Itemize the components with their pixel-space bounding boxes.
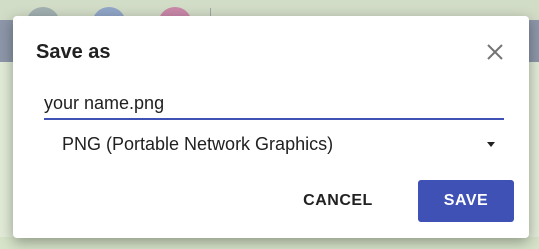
format-selected-label: PNG (Portable Network Graphics) xyxy=(62,133,334,154)
filename-input[interactable] xyxy=(44,90,504,116)
cancel-button[interactable]: CANCEL xyxy=(283,184,393,218)
format-select[interactable]: PNG (Portable Network Graphics) xyxy=(44,128,504,160)
filename-field xyxy=(44,90,504,120)
close-icon xyxy=(487,44,503,60)
save-button[interactable]: SAVE xyxy=(418,180,514,222)
save-as-dialog: Save as PNG (Portable Network Graphics) … xyxy=(13,16,529,238)
close-button[interactable] xyxy=(481,38,509,66)
app-backdrop-footer xyxy=(0,237,539,249)
dialog-title: Save as xyxy=(36,41,111,63)
dropdown-arrow-icon xyxy=(487,142,495,147)
